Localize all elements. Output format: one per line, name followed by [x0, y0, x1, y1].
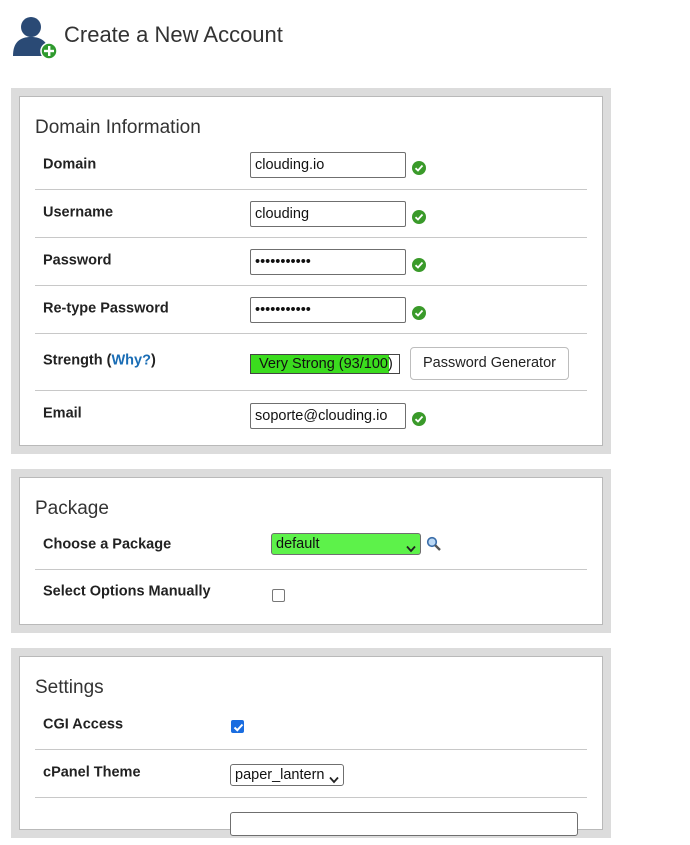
email-input[interactable]: soporte@clouding.io: [250, 403, 406, 429]
email-label: Email: [43, 405, 82, 422]
cpanel-theme-value: paper_lantern: [235, 767, 325, 783]
password-strength-meter: Very Strong (93/100): [250, 354, 400, 374]
cpanel-theme-label: cPanel Theme: [43, 763, 141, 780]
domain-information-panel: Domain Information Domain clouding.io Us…: [11, 88, 611, 454]
username-input[interactable]: clouding: [250, 201, 406, 227]
chevron-down-icon: [329, 770, 339, 790]
retype-password-input[interactable]: •••••••••••: [250, 297, 406, 323]
magnifier-icon[interactable]: [426, 536, 442, 552]
package-select-value: default: [276, 536, 320, 552]
strength-label-suffix: ): [150, 352, 156, 369]
username-row: Username clouding: [35, 190, 587, 238]
password-label: Password: [43, 251, 112, 268]
cpanel-theme-row: cPanel Theme paper_lantern: [35, 750, 587, 798]
domain-information-title: Domain Information: [35, 117, 201, 138]
email-valid-icon: [412, 412, 426, 426]
page-header: Create a New Account: [10, 12, 283, 60]
cgi-access-label: CGI Access: [43, 715, 124, 732]
username-label: Username: [43, 203, 114, 220]
package-title: Package: [35, 498, 109, 519]
domain-label: Domain: [43, 155, 97, 172]
cpanel-theme-select[interactable]: paper_lantern: [230, 764, 344, 786]
cgi-access-row: CGI Access: [35, 702, 587, 750]
domain-input[interactable]: clouding.io: [250, 152, 406, 178]
settings-next-row: [35, 798, 587, 845]
cgi-access-checkbox[interactable]: [231, 720, 244, 733]
strength-why-link[interactable]: Why?: [111, 352, 150, 368]
password-row: Password •••••••••••: [35, 238, 587, 286]
password-input[interactable]: •••••••••••: [250, 249, 406, 275]
email-row: Email soporte@clouding.io: [35, 391, 587, 439]
select-options-manually-label: Select Options Manually: [43, 583, 211, 600]
strength-label-prefix: Strength (: [43, 352, 112, 369]
select-options-manually-checkbox[interactable]: [272, 589, 285, 602]
page-title: Create a New Account: [64, 22, 283, 47]
password-valid-icon: [412, 258, 426, 272]
package-select[interactable]: default: [271, 533, 421, 555]
retype-password-valid-icon: [412, 306, 426, 320]
package-panel: Package Choose a Package default Select …: [11, 469, 611, 633]
username-valid-icon: [412, 210, 426, 224]
retype-password-label: Re-type Password: [43, 299, 169, 316]
chevron-down-icon: [406, 539, 416, 559]
settings-panel: Settings CGI Access cPanel Theme paper_l…: [11, 648, 611, 838]
retype-password-row: Re-type Password •••••••••••: [35, 286, 587, 334]
settings-title: Settings: [35, 677, 104, 698]
choose-package-label: Choose a Package: [43, 536, 172, 553]
domain-valid-icon: [412, 161, 426, 175]
strength-label: Strength (Why?): [43, 352, 156, 368]
password-strength-text: Very Strong (93/100): [259, 356, 393, 372]
password-generator-button[interactable]: Password Generator: [410, 347, 569, 380]
choose-package-row: Choose a Package default: [35, 523, 587, 570]
select-options-manually-row: Select Options Manually: [35, 570, 587, 616]
create-account-icon: [10, 12, 60, 60]
domain-row: Domain clouding.io: [35, 142, 587, 190]
strength-row: Strength (Why?) Very Strong (93/100) Pas…: [35, 334, 587, 391]
